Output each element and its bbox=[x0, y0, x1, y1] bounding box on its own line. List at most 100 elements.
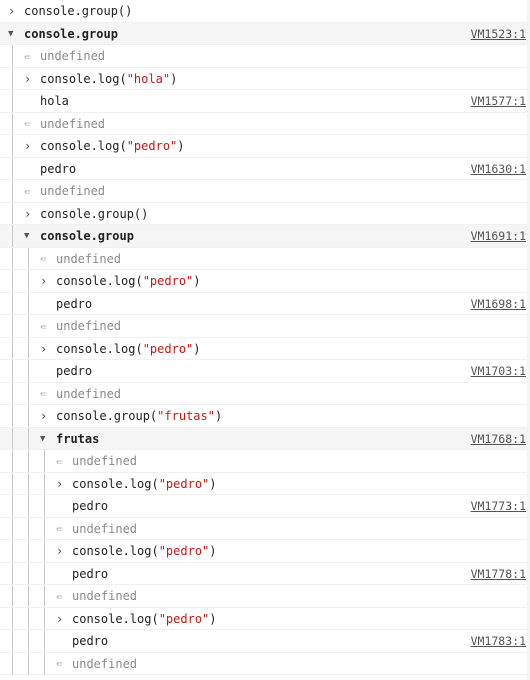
source-link[interactable]: VM1698:1 bbox=[471, 293, 526, 315]
command-text: ) bbox=[193, 274, 201, 288]
source-link[interactable]: VM1523:1 bbox=[471, 23, 526, 45]
console-result-row: ⇚ undefined bbox=[0, 382, 530, 405]
group-guide-line bbox=[44, 450, 45, 472]
log-message: pedro bbox=[40, 161, 77, 176]
group-guide-line bbox=[12, 292, 13, 314]
group-guide-line bbox=[28, 427, 29, 449]
console-result-row: ⇚ undefined bbox=[0, 450, 530, 473]
string-literal: "pedro" bbox=[158, 476, 210, 491]
source-link[interactable]: VM1778:1 bbox=[471, 563, 526, 585]
group-label: console.group bbox=[24, 26, 118, 41]
row-content: › console.log("pedro") bbox=[40, 270, 201, 292]
group-guide-line bbox=[28, 337, 29, 359]
console-command-row[interactable]: › console.log("pedro") bbox=[0, 472, 530, 495]
row-content: ▼ console.group bbox=[24, 225, 134, 247]
group-guide-line bbox=[28, 562, 29, 584]
chevron-right-icon: › bbox=[56, 476, 64, 491]
console-command-row[interactable]: › console.log("pedro") bbox=[0, 337, 530, 360]
group-guide-line bbox=[44, 517, 45, 539]
string-literal: "pedro" bbox=[158, 611, 210, 626]
command-text: console.log( bbox=[72, 544, 159, 558]
group-guide-line bbox=[44, 495, 45, 517]
chevron-right-icon: › bbox=[40, 409, 48, 423]
row-content: › console.group() bbox=[24, 203, 148, 225]
group-guide-line bbox=[44, 540, 45, 562]
command-text: console.group() bbox=[40, 206, 149, 221]
group-guide-line bbox=[28, 607, 29, 629]
group-guide-line bbox=[28, 405, 29, 427]
console-command-row[interactable]: › console.group("frutas") bbox=[0, 405, 530, 428]
console-group-header[interactable]: ▼ console.group VM1691:1 bbox=[0, 225, 530, 248]
string-literal: "pedro" bbox=[158, 544, 210, 558]
row-content: hola bbox=[24, 90, 69, 112]
caret-down-icon[interactable]: ▼ bbox=[8, 29, 24, 39]
return-value: undefined bbox=[56, 251, 122, 266]
source-link[interactable]: VM1783:1 bbox=[471, 630, 526, 652]
return-value: undefined bbox=[40, 116, 106, 131]
group-guide-line bbox=[12, 517, 13, 539]
command-text: console.log( bbox=[40, 139, 127, 153]
source-link[interactable]: VM1768:1 bbox=[471, 428, 526, 450]
row-content: › console.log("pedro") bbox=[56, 473, 217, 495]
group-guide-line bbox=[12, 607, 13, 629]
console-command-row[interactable]: › console.log("hola") bbox=[0, 67, 530, 90]
command-text: console.log( bbox=[72, 476, 159, 491]
console-log-row: pedro VM1773:1 bbox=[0, 495, 530, 518]
return-arrow-icon: ⇚ bbox=[56, 522, 63, 535]
command-text: ) bbox=[177, 139, 185, 153]
group-guide-line bbox=[28, 450, 29, 472]
console-group-header[interactable]: ▼ console.group VM1523:1 bbox=[0, 22, 530, 45]
row-content: pedro bbox=[56, 630, 108, 652]
console-log-row: pedro VM1778:1 bbox=[0, 562, 530, 585]
return-value: undefined bbox=[72, 656, 138, 671]
return-value: undefined bbox=[72, 589, 138, 603]
log-message: pedro bbox=[72, 634, 109, 648]
console-command-row[interactable]: › console.group() bbox=[0, 0, 530, 23]
console-group-header[interactable]: ▼ frutas VM1768:1 bbox=[0, 427, 530, 450]
row-content: pedro bbox=[56, 495, 108, 517]
group-guide-line bbox=[28, 517, 29, 539]
log-message: pedro bbox=[72, 566, 109, 581]
console-result-row: ⇚ undefined bbox=[0, 180, 530, 203]
caret-down-icon[interactable]: ▼ bbox=[24, 231, 40, 241]
command-text: ) bbox=[193, 341, 201, 356]
row-content: ⇚ undefined bbox=[56, 585, 137, 607]
string-literal: "pedro" bbox=[142, 341, 194, 356]
group-guide-line bbox=[12, 427, 13, 449]
chevron-right-icon: › bbox=[24, 206, 32, 221]
console-command-row[interactable]: › console.log("pedro") bbox=[0, 540, 530, 563]
source-link[interactable]: VM1577:1 bbox=[471, 90, 526, 112]
console-command-row[interactable]: › console.log("pedro") bbox=[0, 270, 530, 293]
group-guide-line bbox=[28, 315, 29, 337]
row-content: › console.log("hola") bbox=[24, 68, 177, 90]
string-literal: "frutas" bbox=[157, 409, 215, 423]
console-command-row[interactable]: › console.group() bbox=[0, 202, 530, 225]
group-guide-line bbox=[12, 540, 13, 562]
row-content: ⇚ undefined bbox=[24, 45, 105, 67]
group-guide-line bbox=[28, 292, 29, 314]
console-command-row[interactable]: › console.log("pedro") bbox=[0, 607, 530, 630]
row-content: ⇚ undefined bbox=[40, 383, 121, 405]
group-guide-line bbox=[28, 270, 29, 292]
row-content: ⇚ undefined bbox=[56, 518, 137, 540]
group-guide-line bbox=[28, 360, 29, 382]
row-content: › console.log("pedro") bbox=[40, 338, 201, 360]
caret-down-icon[interactable]: ▼ bbox=[40, 434, 56, 444]
source-link[interactable]: VM1773:1 bbox=[471, 495, 526, 517]
group-guide-line bbox=[28, 652, 29, 674]
console-command-row[interactable]: › console.log("pedro") bbox=[0, 135, 530, 158]
return-value: undefined bbox=[40, 49, 106, 63]
group-guide-line bbox=[12, 472, 13, 494]
group-guide-line bbox=[28, 382, 29, 404]
console-result-row: ⇚ undefined bbox=[0, 45, 530, 68]
chevron-right-icon: › bbox=[8, 4, 16, 18]
source-link[interactable]: VM1630:1 bbox=[471, 158, 526, 180]
group-guide-line bbox=[12, 337, 13, 359]
devtools-console: › console.group() ▼ console.group VM1523:1 ⇚ u… bbox=[0, 0, 530, 680]
command-text: console.log( bbox=[56, 341, 143, 356]
row-content: › console.group("frutas") bbox=[40, 405, 222, 427]
string-literal: "hola" bbox=[126, 71, 171, 86]
source-link[interactable]: VM1703:1 bbox=[471, 360, 526, 382]
return-arrow-icon: ⇚ bbox=[40, 319, 47, 333]
source-link[interactable]: VM1691:1 bbox=[471, 225, 526, 247]
